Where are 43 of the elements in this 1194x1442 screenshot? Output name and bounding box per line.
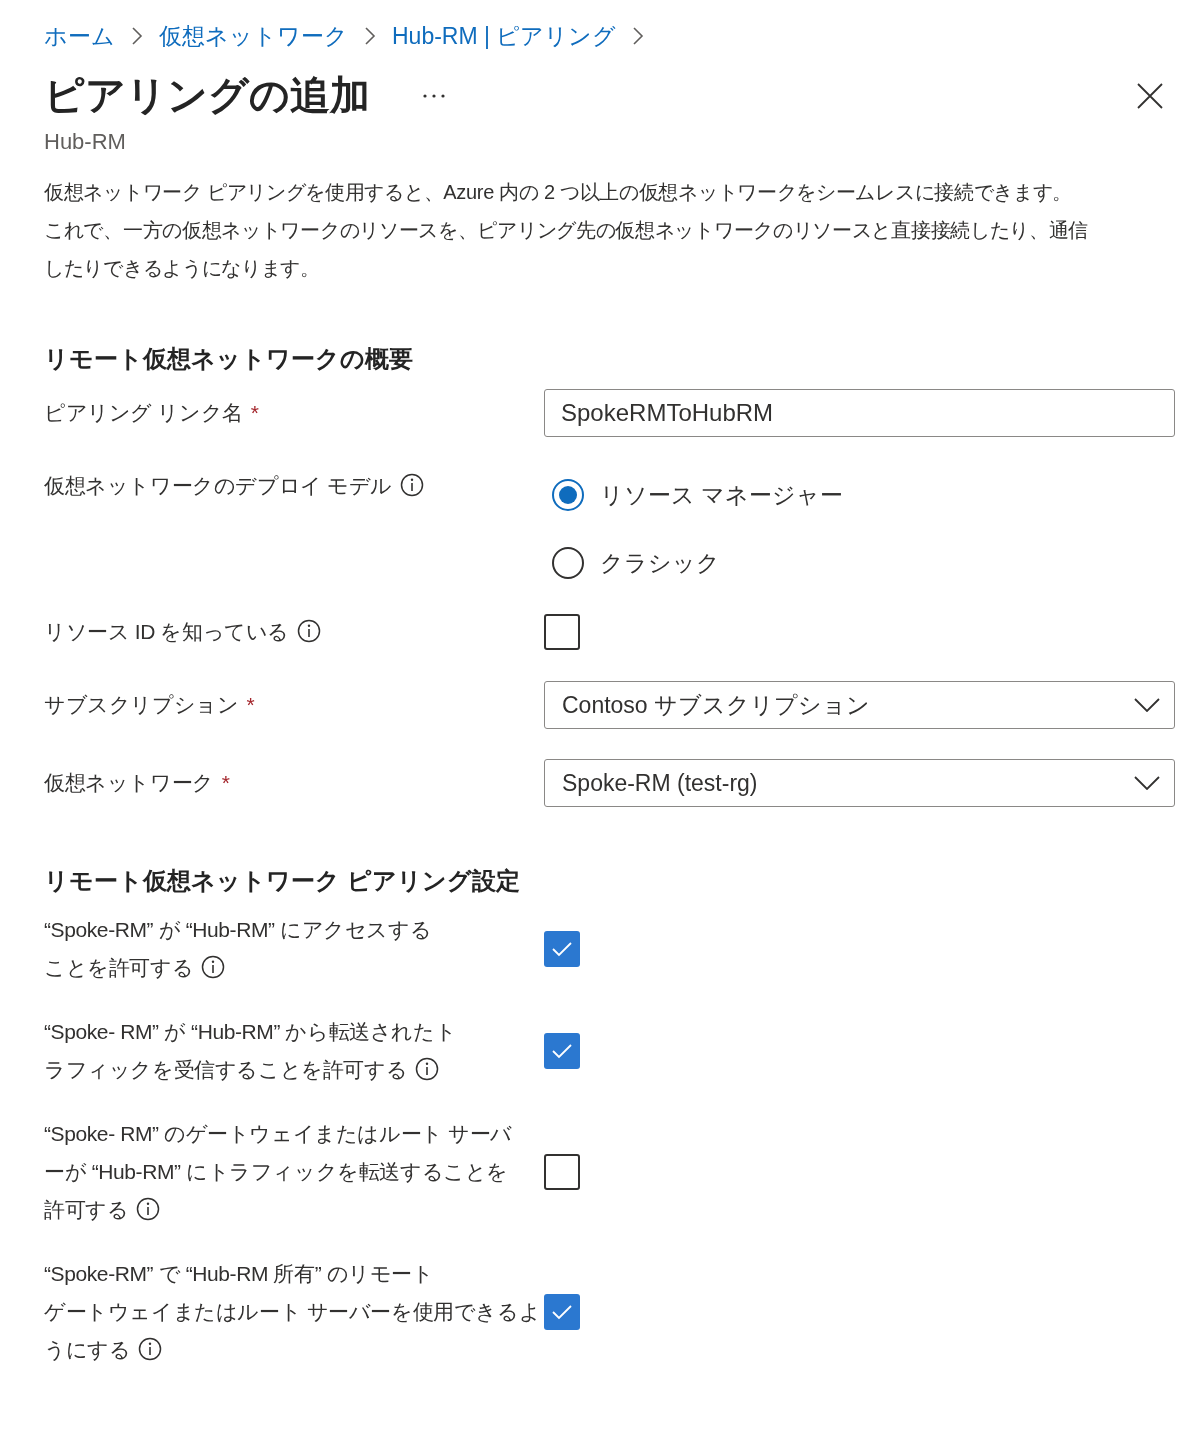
info-icon[interactable] bbox=[400, 473, 425, 497]
field-label: リソース ID を知っている bbox=[44, 613, 544, 651]
checkbox[interactable] bbox=[544, 1033, 580, 1069]
description-text: 仮想ネットワーク ピアリングを使用すると、Azure 内の 2 つ以上の仮想ネットワークをシームレスに接続できます。 これで、一方の仮想ネットワークのリソースを、ピアリング先の仮想ネットワークのリソースと直接接続したり、通信 したりできるようになります。 bbox=[44, 180, 1090, 281]
field-label: 仮想ネットワークのデプロイ モデル bbox=[44, 467, 544, 505]
info-icon[interactable] bbox=[138, 1337, 163, 1361]
dropdown-field[interactable]: Spoke-RM (test-rg) bbox=[544, 759, 1175, 807]
chevron-right-icon bbox=[632, 26, 645, 46]
field-label: “Spoke-RM” が “Hub-RM” にアクセスする ことを許可する bbox=[44, 917, 433, 981]
chevron-down-icon bbox=[1134, 698, 1160, 712]
radio-option[interactable]: リソース マネージャー bbox=[552, 479, 1175, 511]
breadcrumb-link[interactable]: ホーム bbox=[44, 20, 115, 52]
section-heading: リモート仮想ネットワークの概要 bbox=[44, 344, 414, 374]
field-label: “Spoke- RM” のゲートウェイまたはルート サーバ ーが “Hub-RM” にトラフィックを転送することを 許可する bbox=[44, 1121, 514, 1223]
text-field[interactable]: SpokeRMToHubRM bbox=[544, 389, 1175, 437]
checkmark-icon bbox=[551, 941, 573, 957]
close-icon[interactable] bbox=[1137, 82, 1163, 109]
field-label: “Spoke-RM” で “Hub-RM 所有” のリモート ゲートウェイまたはルート サーバーを使用できるよ うにする bbox=[44, 1261, 542, 1363]
info-icon[interactable] bbox=[415, 1057, 440, 1081]
checkmark-icon bbox=[551, 1043, 573, 1059]
dropdown-field[interactable]: Contoso サブスクリプション bbox=[544, 681, 1175, 729]
info-icon[interactable] bbox=[136, 1197, 161, 1221]
field-label: 仮想ネットワーク * bbox=[44, 770, 231, 796]
breadcrumb-link[interactable]: 仮想ネットワーク bbox=[159, 20, 348, 52]
checkbox[interactable] bbox=[544, 931, 580, 967]
checkmark-icon bbox=[551, 1304, 573, 1320]
checkbox[interactable] bbox=[544, 1154, 580, 1190]
field-label: “Spoke- RM” が “Hub-RM” から転送されたト ラフィックを受信することを許可する bbox=[44, 1019, 458, 1083]
section-heading: リモート仮想ネットワーク ピアリング設定 bbox=[44, 866, 521, 896]
chevron-right-icon bbox=[131, 26, 143, 46]
chevron-down-icon bbox=[1134, 776, 1160, 790]
info-icon[interactable] bbox=[297, 619, 322, 643]
page-title: ピアリングの追加 bbox=[44, 72, 370, 119]
field-label: ピアリング リンク名 * bbox=[44, 400, 260, 426]
radio-option[interactable]: クラシック bbox=[552, 547, 1175, 579]
checkbox[interactable] bbox=[544, 1294, 580, 1330]
breadcrumb-link[interactable]: Hub-RM | ピアリング bbox=[392, 20, 617, 52]
page-subtitle: Hub-RM bbox=[44, 129, 127, 155]
checkbox[interactable] bbox=[544, 614, 580, 650]
chevron-right-icon bbox=[364, 26, 376, 46]
field-label: サブスクリプション * bbox=[44, 692, 256, 718]
more-icon[interactable] bbox=[422, 92, 446, 99]
info-icon[interactable] bbox=[201, 955, 226, 979]
